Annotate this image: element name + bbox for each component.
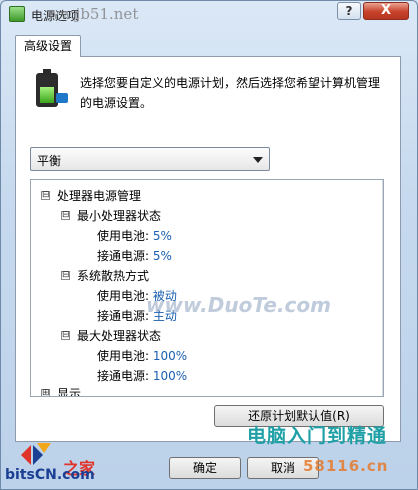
tree-setting-row[interactable]: 接通电源: 5% [97, 246, 172, 266]
tree-scrollbar[interactable] [382, 180, 383, 396]
description-text: 选择您要自定义的电源计划，然后选择您希望计算机管理的电源设置。 [80, 76, 381, 110]
collapse-icon[interactable]: ⊟ [41, 191, 50, 200]
advanced-settings-panel: 选择您要自定义的电源计划，然后选择您希望计算机管理的电源设置。 平衡 ⊟ 处理器… [15, 56, 401, 442]
setting-label: 接通电源: [97, 309, 150, 323]
tree-setting-row[interactable]: 接通电源: 100% [97, 366, 187, 386]
setting-label: 接通电源: [97, 249, 150, 263]
setting-value[interactable]: 100% [153, 369, 187, 383]
watermark-text: 58116.cn [303, 457, 389, 475]
collapse-icon[interactable]: ⊟ [61, 211, 70, 220]
battery-icon [36, 69, 58, 107]
title-bar[interactable]: 电源选项 ww.jb51.net ? X [1, 1, 417, 29]
chevron-down-icon [253, 157, 263, 163]
power-options-window: 电源选项 ww.jb51.net ? X 高级设置 选择您要自定义的电源计划，然… [0, 0, 418, 490]
setting-value[interactable]: 100% [153, 349, 187, 363]
watermark-logo-icon [21, 443, 51, 465]
tree-node-max-processor-state[interactable]: ⊟ 最大处理器状态 [61, 326, 161, 346]
expand-icon[interactable]: ⊞ [41, 389, 50, 396]
power-options-icon [9, 6, 25, 22]
watermark-text: bitsCN.com [5, 467, 95, 483]
ok-button[interactable]: 确定 [169, 457, 241, 479]
tree-node-label: 最大处理器状态 [77, 329, 162, 343]
tree-node-label: 显示 [57, 387, 82, 397]
settings-tree[interactable]: ⊟ 处理器电源管理 ⊟ 最小处理器状态 使用电池: 5% 接通电源: 5% ⊟ … [30, 179, 384, 397]
setting-label: 使用电池: [97, 349, 150, 363]
tree-node-processor-power[interactable]: ⊟ 处理器电源管理 [41, 186, 141, 206]
watermark-text: 电脑入门到精通 [247, 425, 388, 447]
setting-label: 使用电池: [97, 289, 150, 303]
setting-label: 使用电池: [97, 229, 150, 243]
tree-node-cooling-policy[interactable]: ⊟ 系统散热方式 [61, 266, 149, 286]
tree-setting-row[interactable]: 使用电池: 5% [97, 226, 172, 246]
plug-icon [56, 93, 68, 103]
setting-label: 接通电源: [97, 369, 150, 383]
power-plan-select[interactable]: 平衡 [30, 147, 270, 171]
tab-advanced-settings[interactable]: 高级设置 [15, 35, 81, 57]
tree-node-label: 最小处理器状态 [77, 209, 162, 223]
help-button[interactable]: ? [337, 2, 361, 20]
close-button[interactable]: X [363, 2, 409, 20]
collapse-icon[interactable]: ⊟ [61, 271, 70, 280]
watermark-text: ww.jb51.net [47, 5, 139, 23]
tree-node-label: 系统散热方式 [77, 269, 150, 283]
collapse-icon[interactable]: ⊟ [61, 331, 70, 340]
setting-value[interactable]: 5% [153, 249, 172, 263]
power-plan-value: 平衡 [37, 154, 62, 168]
tree-node-label: 处理器电源管理 [57, 189, 142, 203]
tree-node-min-processor-state[interactable]: ⊟ 最小处理器状态 [61, 206, 161, 226]
tree-node-display[interactable]: ⊞ 显示 [41, 384, 82, 397]
tree-setting-row[interactable]: 使用电池: 100% [97, 346, 187, 366]
watermark-text: www.DuoTe.com [146, 293, 331, 317]
setting-value[interactable]: 5% [153, 229, 172, 243]
